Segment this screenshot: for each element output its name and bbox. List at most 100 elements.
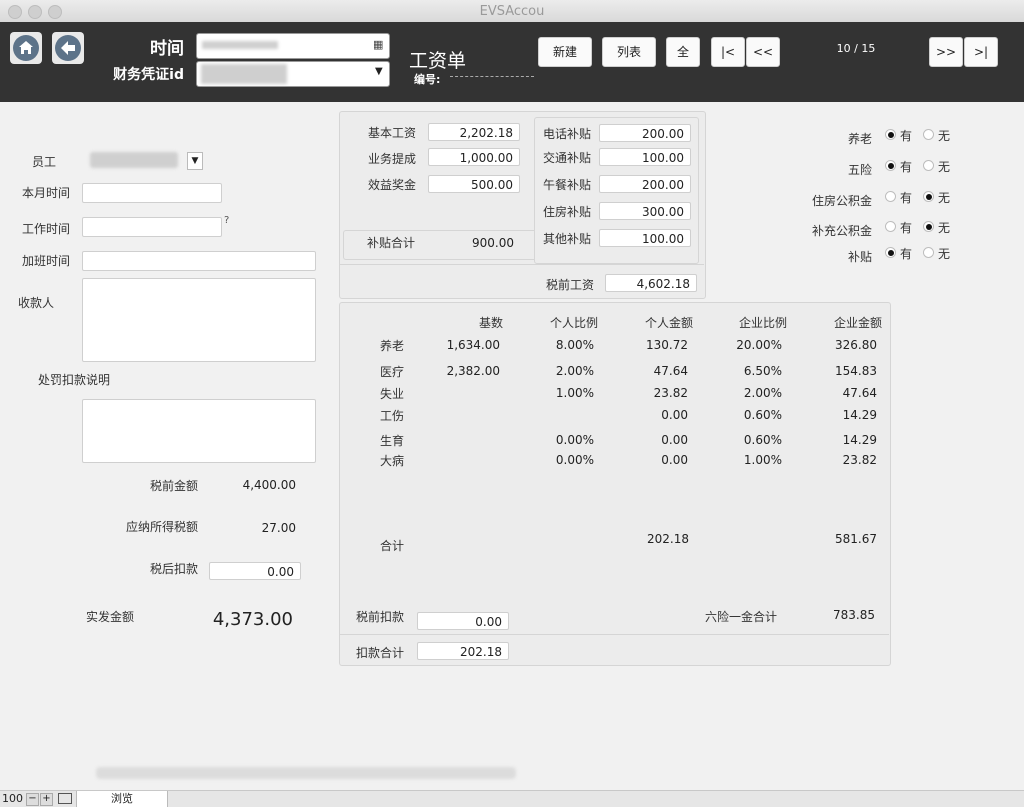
zoom-in-icon[interactable]: + — [40, 793, 53, 806]
back-button[interactable] — [52, 32, 84, 64]
insurance-cell-c-amt: 14.29 — [842, 433, 877, 447]
bonus-input[interactable]: 500.00 — [428, 175, 520, 193]
insurance-cell-p-amt: 130.72 — [646, 338, 688, 352]
base-salary-input[interactable]: 2,202.18 — [428, 123, 520, 141]
option-radio-yes[interactable] — [885, 129, 896, 140]
option-radio-yes[interactable] — [885, 160, 896, 171]
phone-subsidy-input[interactable]: 200.00 — [599, 124, 691, 142]
taxable-amount-value: 27.00 — [261, 521, 296, 535]
insurance-cell-p-amt: 0.00 — [661, 433, 688, 447]
other-subsidy-input[interactable]: 100.00 — [599, 229, 691, 247]
insurance-cell-p-rate: 2.00% — [555, 364, 594, 378]
home-icon — [13, 35, 39, 61]
commission-label: 业务提成 — [368, 152, 417, 166]
first-record-button[interactable]: |< — [711, 37, 745, 67]
option-no-label: 无 — [938, 221, 951, 235]
insurance-column-header: 个人比例 — [549, 316, 598, 330]
insurance-cell-p-rate: 8.00% — [555, 338, 594, 352]
pretax-deduct-label: 税前扣款 — [356, 610, 405, 624]
insurance-divider — [340, 634, 889, 635]
six-insurance-total-value: 783.85 — [833, 608, 875, 622]
insurance-row-name: 大病 — [380, 454, 405, 468]
transport-subsidy-label: 交通补贴 — [543, 151, 592, 165]
number-label: 编号: — [414, 73, 441, 86]
insurance-cell-p-amt: 23.82 — [653, 386, 688, 400]
prev-record-button[interactable]: << — [746, 37, 780, 67]
option-radio-no[interactable] — [923, 221, 934, 232]
pretax-deduct-input[interactable]: 0.00 — [417, 612, 509, 630]
insurance-cell-base: 1,634.00 — [446, 338, 500, 352]
zoom-out-icon[interactable]: − — [26, 793, 39, 806]
salary-divider — [340, 264, 704, 265]
all-button[interactable]: 全 — [666, 37, 700, 67]
payee-textarea[interactable] — [82, 278, 316, 362]
insurance-cell-c-rate: 20.00% — [736, 338, 782, 352]
insurance-cell-p-amt: 0.00 — [661, 453, 688, 467]
insurance-row-name: 工伤 — [380, 409, 405, 423]
status-bar: 100 − + 浏览 — [0, 790, 1024, 807]
insurance-cell-p-amt: 0.00 — [661, 408, 688, 422]
insurance-cell-p-amt: 47.64 — [653, 364, 688, 378]
insurance-cell-p-rate: 0.00% — [555, 453, 594, 467]
insurance-column-header: 企业金额 — [833, 316, 882, 330]
option-radio-no[interactable] — [923, 129, 934, 140]
transport-subsidy-input[interactable]: 100.00 — [599, 148, 691, 166]
option-label: 补充公积金 — [811, 224, 872, 238]
work-time-label: 工作时间 — [22, 222, 71, 236]
pretax-amount-label: 税前金额 — [150, 479, 199, 493]
insurance-row-name: 养老 — [380, 339, 405, 353]
work-time-hint: ? — [224, 215, 230, 226]
insurance-cell-c-amt: 14.29 — [842, 408, 877, 422]
next-record-button[interactable]: >> — [929, 37, 963, 67]
penalty-note-textarea[interactable] — [82, 399, 316, 463]
chevron-down-icon: ▼ — [187, 152, 203, 170]
option-yes-label: 有 — [900, 221, 913, 235]
insurance-column-header: 个人金额 — [644, 316, 693, 330]
voucher-id-select[interactable]: ▼ — [196, 61, 390, 87]
mode-indicator[interactable]: 浏览 — [76, 791, 168, 807]
insurance-row-name: 医疗 — [380, 365, 405, 379]
housing-subsidy-input[interactable]: 300.00 — [599, 202, 691, 220]
work-time-input[interactable] — [82, 217, 222, 237]
option-radio-yes[interactable] — [885, 247, 896, 258]
pretax-salary-input[interactable]: 4,602.18 — [605, 274, 697, 292]
time-label: 时间 — [150, 39, 184, 59]
option-no-label: 无 — [938, 191, 951, 205]
calendar-icon[interactable]: ▦ — [373, 38, 383, 51]
list-button[interactable]: 列表 — [602, 37, 656, 67]
option-label: 养老 — [847, 132, 872, 146]
option-label: 补贴 — [847, 250, 872, 264]
commission-input[interactable]: 1,000.00 — [428, 148, 520, 166]
deduct-total-input[interactable]: 202.18 — [417, 642, 509, 660]
month-time-input[interactable] — [82, 183, 222, 203]
last-record-button[interactable]: >| — [964, 37, 998, 67]
insurance-cell-c-amt: 326.80 — [835, 338, 877, 352]
option-label: 住房公积金 — [811, 194, 872, 208]
option-radio-no[interactable] — [923, 247, 934, 258]
option-radio-no[interactable] — [923, 160, 934, 171]
option-radio-yes[interactable] — [885, 191, 896, 202]
overtime-label: 加班时间 — [22, 254, 71, 268]
insurance-cell-c-rate: 0.60% — [743, 433, 782, 447]
option-no-label: 无 — [938, 129, 951, 143]
time-field[interactable]: ▦ — [196, 33, 390, 59]
pretax-salary-label: 税前工资 — [546, 278, 595, 292]
option-radio-no[interactable] — [923, 191, 934, 202]
lunch-subsidy-label: 午餐补贴 — [543, 178, 592, 192]
deduct-total-label: 扣款合计 — [356, 646, 405, 660]
insurance-total-personal: 202.18 — [647, 532, 689, 546]
layout-toggle-icon[interactable] — [58, 793, 72, 804]
overtime-input[interactable] — [82, 251, 316, 271]
insurance-total-company: 581.67 — [835, 532, 877, 546]
option-radio-yes[interactable] — [885, 221, 896, 232]
employee-label: 员工 — [32, 155, 57, 169]
insurance-total-label: 合计 — [380, 539, 405, 553]
option-label: 五险 — [847, 163, 872, 177]
lunch-subsidy-input[interactable]: 200.00 — [599, 175, 691, 193]
employee-select[interactable]: ▼ — [84, 150, 203, 170]
number-value-redacted — [450, 76, 534, 77]
home-button[interactable] — [10, 32, 42, 64]
zoom-level[interactable]: 100 — [2, 792, 23, 805]
new-button[interactable]: 新建 — [538, 37, 592, 67]
aftertax-deduct-input[interactable]: 0.00 — [209, 562, 301, 580]
